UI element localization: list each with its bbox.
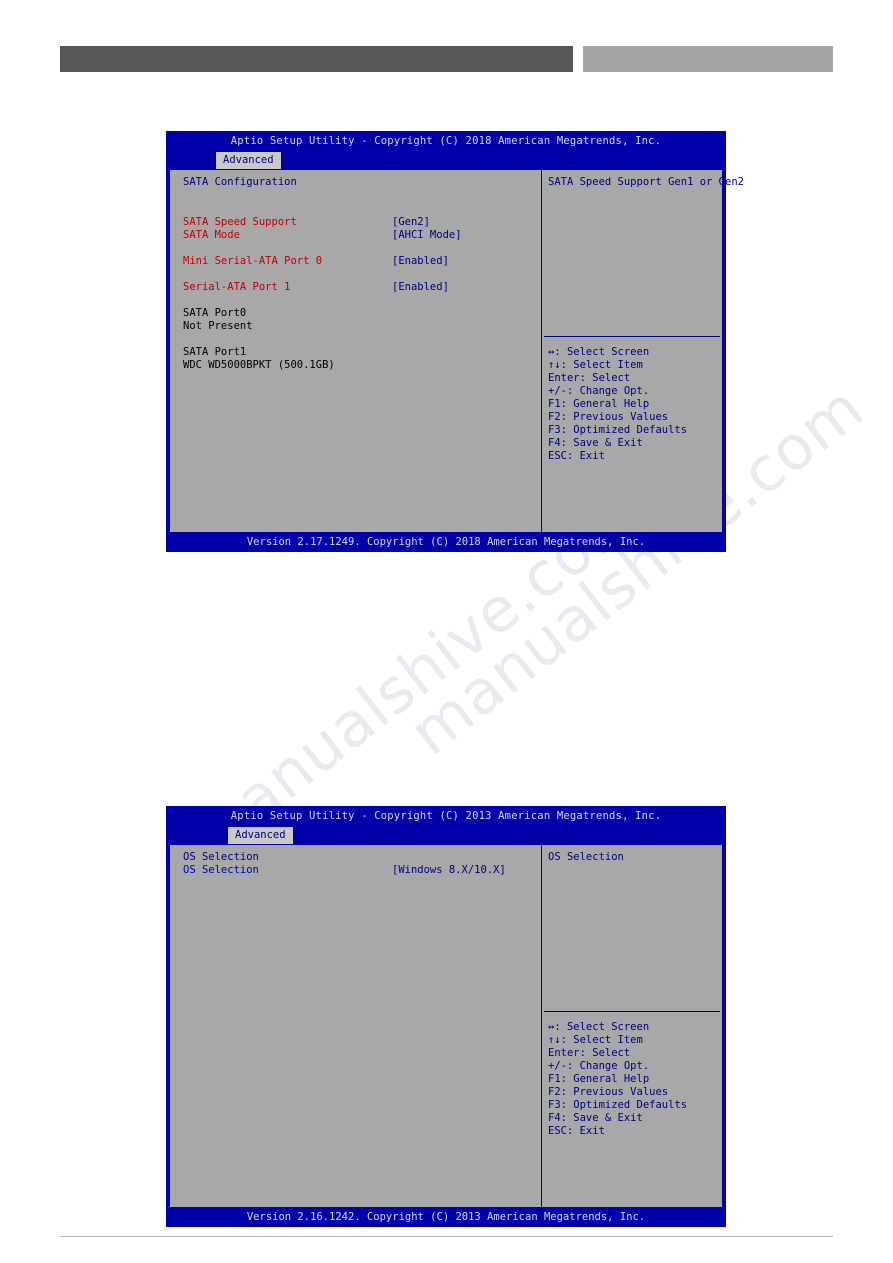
page-bottom-rule <box>60 1236 833 1237</box>
bios-screen-sata-configuration: Aptio Setup Utility - Copyright (C) 2018… <box>166 131 744 552</box>
bios-body: SATA Configuration SATA Speed Support [G… <box>170 170 744 532</box>
help-divider <box>544 336 720 337</box>
help-key-esc-exit: ESC: Exit <box>548 1125 605 1137</box>
help-key-save-exit: F4: Save & Exit <box>548 1112 643 1124</box>
help-key-select-item: ↑↓: Select Item <box>548 359 643 371</box>
bios-title-bar: Aptio Setup Utility - Copyright (C) 2013… <box>230 810 662 822</box>
help-key-general-help: F1: General Help <box>548 398 650 410</box>
info-row-sata-port0-status: Not Present <box>183 320 253 332</box>
header-bar-dark <box>60 46 573 72</box>
help-key-change-opt: +/-: Change Opt. <box>548 1060 650 1072</box>
info-row-sata-port1: SATA Port1 <box>183 346 247 358</box>
bios-screen-os-selection: Aptio Setup Utility - Copyright (C) 2013… <box>166 806 726 1227</box>
help-key-optimized-defaults: F3: Optimized Defaults <box>548 424 688 436</box>
bios-tab-row: Advanced <box>166 827 726 845</box>
info-row-sata-port0: SATA Port0 <box>183 307 247 319</box>
bios-help-pane: SATA Speed Support Gen1 or Gen2 ↔: Selec… <box>542 170 744 532</box>
bios-title-bar: Aptio Setup Utility - Copyright (C) 2018… <box>230 135 662 147</box>
setting-row-serial-ata-port-1[interactable]: Serial-ATA Port 1 [Enabled] <box>183 281 535 294</box>
help-key-select-screen: ↔: Select Screen <box>548 1021 650 1033</box>
setting-row-mini-serial-ata-port-0[interactable]: Mini Serial-ATA Port 0 [Enabled] <box>183 255 535 268</box>
setting-row-os-selection[interactable]: OS Selection [Windows 8.X/10.X] <box>183 864 535 877</box>
bios-footer: Version 2.16.1242. Copyright (C) 2013 Am… <box>166 1208 726 1227</box>
bios-body: OS Selection OS Selection [Windows 8.X/1… <box>170 845 722 1207</box>
help-text: SATA Speed Support Gen1 or Gen2 <box>548 176 744 188</box>
help-key-select-item: ↑↓: Select Item <box>548 1034 643 1046</box>
bios-settings-pane: SATA Configuration SATA Speed Support [G… <box>170 170 542 532</box>
help-key-enter-select: Enter: Select <box>548 1047 631 1059</box>
bios-tab-row: Advanced <box>166 152 726 170</box>
help-key-general-help: F1: General Help <box>548 1073 650 1085</box>
help-key-previous-values: F2: Previous Values <box>548 411 669 423</box>
tab-advanced[interactable]: Advanced <box>216 152 281 169</box>
help-key-select-screen: ↔: Select Screen <box>548 346 650 358</box>
setting-row-sata-mode[interactable]: SATA Mode [AHCI Mode] <box>183 229 535 242</box>
help-key-esc-exit: ESC: Exit <box>548 450 605 462</box>
info-row-sata-port1-device: WDC WD5000BPKT (500.1GB) <box>183 359 335 371</box>
help-key-change-opt: +/-: Change Opt. <box>548 385 650 397</box>
help-key-optimized-defaults: F3: Optimized Defaults <box>548 1099 688 1111</box>
help-key-previous-values: F2: Previous Values <box>548 1086 669 1098</box>
bios-settings-pane: OS Selection OS Selection [Windows 8.X/1… <box>170 845 542 1207</box>
setting-row-sata-speed-support[interactable]: SATA Speed Support [Gen2] <box>183 216 535 229</box>
tab-advanced[interactable]: Advanced <box>228 827 293 844</box>
section-heading: OS Selection <box>183 851 259 863</box>
section-heading: SATA Configuration <box>183 176 297 188</box>
bios-footer: Version 2.17.1249. Copyright (C) 2018 Am… <box>166 533 726 552</box>
help-divider <box>544 1011 720 1012</box>
help-key-save-exit: F4: Save & Exit <box>548 437 643 449</box>
header-bar-light <box>583 46 833 72</box>
help-text: OS Selection <box>548 851 624 863</box>
bios-help-pane: OS Selection ↔: Select Screen ↑↓: Select… <box>542 845 722 1207</box>
help-key-enter-select: Enter: Select <box>548 372 631 384</box>
